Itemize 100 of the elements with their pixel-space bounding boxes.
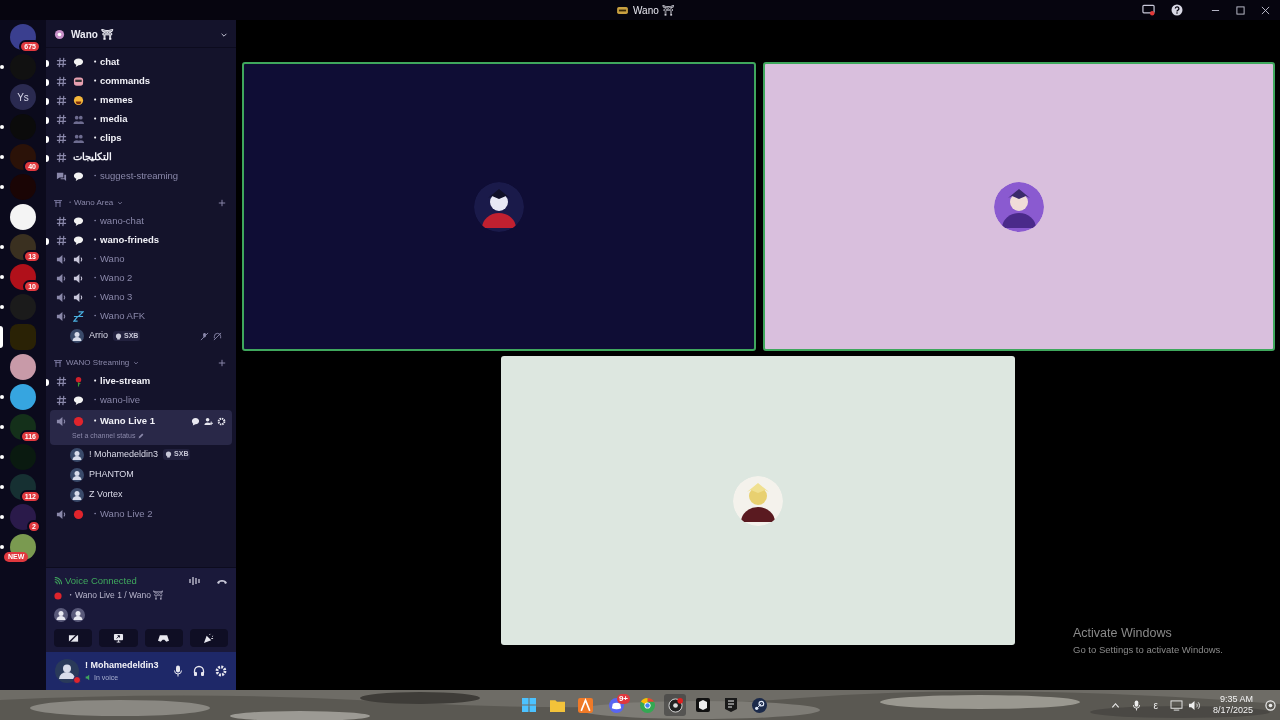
video-tile[interactable] bbox=[241, 62, 756, 351]
speaker-icon bbox=[73, 273, 84, 284]
channel-item[interactable]: التكليجات bbox=[50, 148, 232, 167]
user-name: Arrio bbox=[89, 329, 108, 343]
video-tile[interactable] bbox=[762, 62, 1275, 351]
live-dot-icon bbox=[73, 508, 84, 520]
server-icon[interactable] bbox=[10, 264, 36, 290]
chevron-up-icon[interactable] bbox=[1111, 700, 1121, 710]
server-icon[interactable] bbox=[10, 144, 36, 170]
user-name: ! Mohamedeldin3 bbox=[85, 659, 159, 672]
notification-icon[interactable] bbox=[1265, 699, 1276, 711]
notification-badge: 9+ bbox=[616, 694, 630, 704]
server-header[interactable]: Wano ⛩ bbox=[46, 22, 236, 48]
category-name[interactable]: ・Wano Area bbox=[66, 197, 114, 209]
server-logo-icon bbox=[54, 29, 65, 40]
channel-item[interactable]: ・clips bbox=[50, 129, 232, 148]
headphones-icon[interactable] bbox=[193, 665, 205, 677]
channel-item[interactable]: ・Wano 3 bbox=[50, 288, 232, 307]
channel-name: ・chat bbox=[90, 55, 120, 70]
server-icon[interactable] bbox=[10, 204, 36, 230]
soundboard-button[interactable] bbox=[189, 629, 228, 647]
gamepad-icon bbox=[158, 634, 170, 642]
torii-icon bbox=[54, 199, 62, 207]
server-icon[interactable] bbox=[10, 354, 36, 380]
channel-name: ・wano-live bbox=[90, 393, 141, 408]
microphone-icon[interactable] bbox=[173, 665, 183, 677]
settings-icon[interactable] bbox=[215, 665, 227, 677]
server-icon[interactable]: Ys bbox=[10, 84, 36, 110]
channel-item[interactable]: ・Wano 2 bbox=[50, 269, 232, 288]
add-user-icon[interactable] bbox=[204, 417, 213, 426]
channel-item[interactable]: ・Wano AFK bbox=[50, 307, 232, 326]
channel-name: ・Wano Live 1 bbox=[90, 414, 156, 429]
server-icon[interactable] bbox=[10, 24, 36, 50]
channel-name: ・Wano 2 bbox=[90, 271, 133, 286]
pencil-icon[interactable] bbox=[138, 433, 145, 440]
video-tile[interactable] bbox=[501, 356, 1015, 645]
recorder-button[interactable] bbox=[664, 694, 686, 716]
screen-icon[interactable] bbox=[1142, 4, 1155, 16]
voice-channel-name[interactable]: ・Wano Live 1 / Wano ⛩ bbox=[66, 589, 165, 602]
volume-icon[interactable] bbox=[1187, 699, 1201, 711]
share-screen-button[interactable] bbox=[99, 629, 138, 647]
add-icon[interactable] bbox=[218, 199, 226, 207]
soundboard-icon[interactable] bbox=[189, 576, 201, 587]
hash-icon bbox=[56, 216, 67, 227]
speaker-icon bbox=[56, 416, 67, 427]
input-indicator[interactable]: ε bbox=[1153, 697, 1158, 713]
help-icon[interactable] bbox=[1171, 4, 1183, 16]
settings-icon[interactable] bbox=[217, 417, 226, 426]
hash-icon bbox=[56, 395, 67, 406]
chevron-icon bbox=[133, 360, 140, 366]
speech-bubble-icon bbox=[73, 235, 84, 246]
chat-icon[interactable] bbox=[191, 417, 200, 426]
network-icon[interactable] bbox=[1169, 699, 1183, 711]
avatar[interactable] bbox=[55, 659, 79, 683]
party-popper-icon bbox=[203, 632, 215, 644]
forum-icon bbox=[56, 171, 67, 182]
server-icon[interactable] bbox=[10, 414, 36, 440]
channel-item[interactable]: ・live-stream bbox=[50, 372, 232, 391]
server-icon[interactable] bbox=[10, 504, 36, 530]
server-icon[interactable] bbox=[10, 384, 36, 410]
voice-user[interactable]: Z Vortex bbox=[50, 484, 232, 505]
camera-off-button[interactable] bbox=[54, 629, 93, 647]
chrome-icon bbox=[639, 697, 655, 713]
disconnect-icon[interactable] bbox=[216, 577, 228, 586]
channel-item[interactable]: ・suggest-streaming bbox=[50, 167, 232, 186]
discord-button[interactable]: 9+ bbox=[602, 694, 630, 716]
channel-name: ・media bbox=[90, 112, 128, 127]
maximize-icon[interactable] bbox=[1236, 5, 1245, 15]
torii-icon bbox=[54, 359, 62, 367]
category-name[interactable]: WANO Streaming bbox=[66, 357, 130, 369]
channel-item[interactable]: ・media bbox=[50, 110, 232, 129]
channel-name: ・memes bbox=[90, 93, 133, 108]
close-icon[interactable] bbox=[1261, 5, 1270, 15]
server-icon[interactable] bbox=[10, 534, 36, 560]
channel-item[interactable]: ・commands bbox=[50, 72, 232, 91]
channel-item[interactable]: ・memes bbox=[50, 91, 232, 110]
shield-icon bbox=[725, 698, 737, 712]
avatar bbox=[70, 447, 84, 462]
channel-item[interactable]: ・wano-live bbox=[50, 391, 232, 410]
hash-icon bbox=[56, 152, 67, 163]
hash-icon bbox=[56, 133, 67, 144]
server-icon[interactable] bbox=[10, 474, 36, 500]
chevron-icon bbox=[117, 200, 124, 206]
channel-item[interactable]: ・wano-frineds bbox=[50, 231, 232, 250]
voice-user[interactable]: PHANTOM bbox=[50, 464, 232, 485]
channel-name: ・wano-frineds bbox=[90, 233, 160, 248]
channel-item[interactable]: ・Wano Live 2 bbox=[50, 504, 232, 524]
share-screen-icon bbox=[112, 633, 124, 643]
activity-button[interactable] bbox=[144, 629, 183, 647]
server-icon[interactable] bbox=[10, 234, 36, 260]
record-icon bbox=[667, 697, 683, 713]
add-icon[interactable] bbox=[218, 359, 226, 367]
channel-item[interactable]: ・wano-chat bbox=[50, 212, 232, 231]
channel-item[interactable]: ・Wano bbox=[50, 250, 232, 269]
channel-item[interactable]: ・chat bbox=[50, 53, 232, 72]
speaker-icon bbox=[56, 292, 67, 303]
microphone-icon[interactable] bbox=[1132, 699, 1142, 711]
speech-bubble-icon bbox=[73, 216, 84, 227]
voice-status: Voice Connected bbox=[65, 574, 137, 588]
clock[interactable]: 9:35 AM 8/17/2025 bbox=[1212, 694, 1253, 716]
